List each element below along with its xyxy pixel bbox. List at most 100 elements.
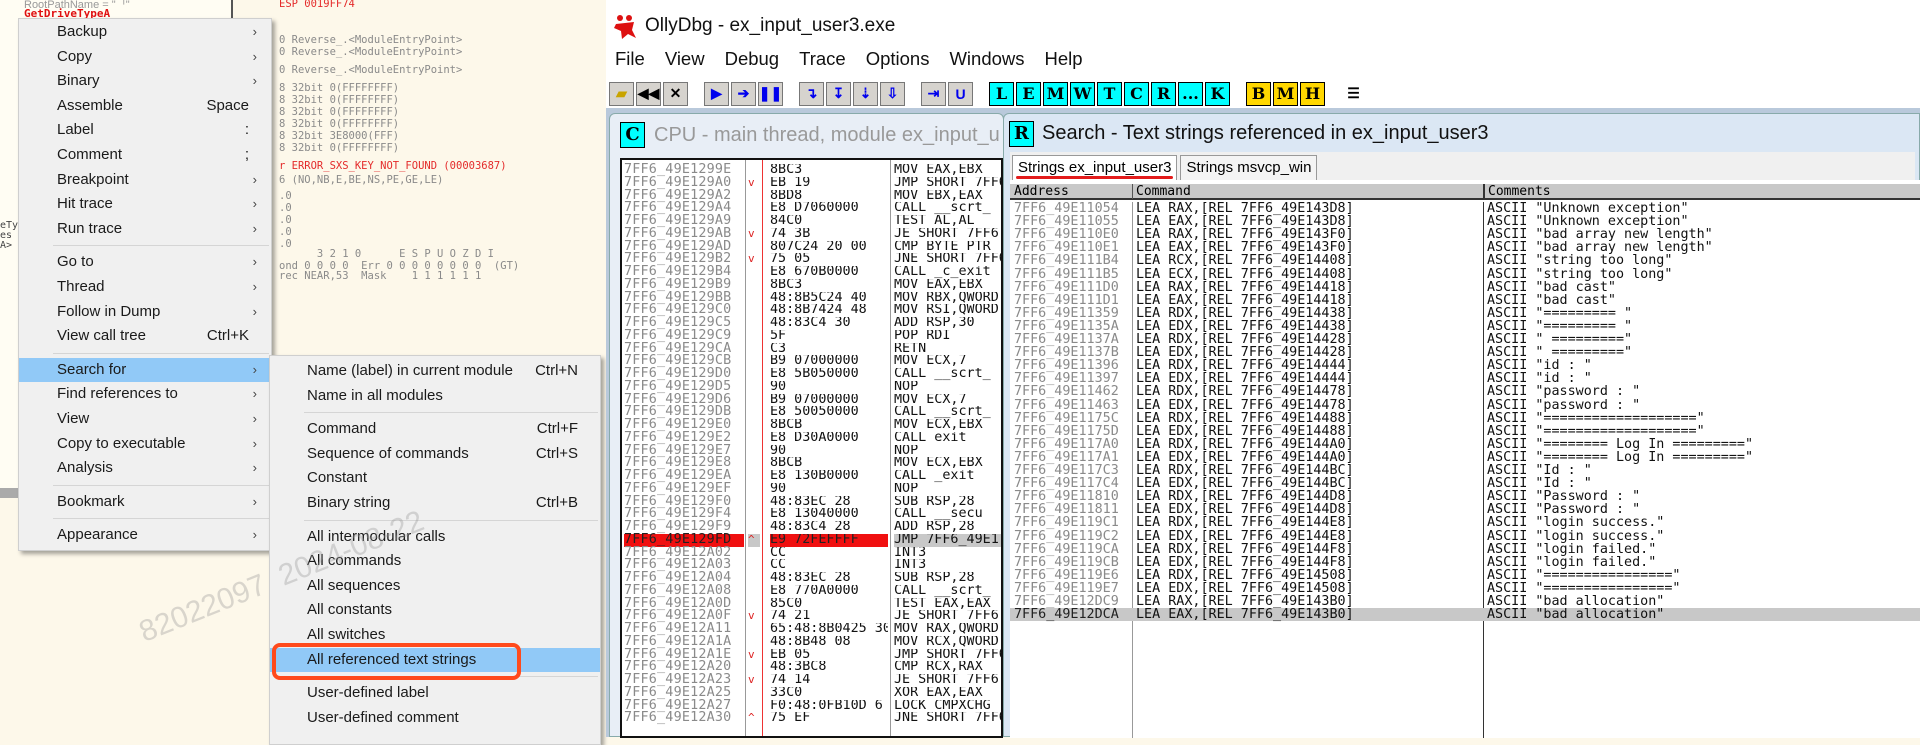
row-hex-dump: E8 770A0000 [770,584,859,598]
trace-over-button[interactable]: ⇩ [880,81,905,106]
window-button-l[interactable]: L [989,81,1014,106]
execute-till-user-button[interactable]: U [948,81,973,106]
run-button[interactable]: ▶ [704,81,729,106]
submenu-item-binary-string[interactable]: Binary string Ctrl+B [270,491,600,516]
menu-item-copy-to-executable[interactable]: Copy to executable › [19,432,271,457]
table-row[interactable]: 7FF6_49E1175C LEA RDX,[REL 7FF6_49E14488]… [1010,411,1920,424]
pause-button[interactable]: ❚❚ [758,81,783,106]
menu-item-analysis[interactable]: Analysis › [19,456,271,481]
table-row[interactable]: 7FF6_49E119E6 LEA RDX,[REL 7FF6_49E14508]… [1010,569,1920,582]
disassembly-table[interactable]: 7FF6_49E1299E 8BC3 MOV EAX,EBX 7FF6_49E129A… [620,158,1003,738]
table-row[interactable]: 7FF6_49E111B5 LEA ECX,[REL 7FF6_49E14408]… [1010,267,1920,280]
menu-item-follow-in-dump[interactable]: Follow in Dump › [19,300,271,325]
row-command: LEA RDX,[REL 7FF6_49E144A0] [1136,436,1354,452]
column-header-comments[interactable]: Comments [1483,184,1551,199]
submenu-item-user-defined-comment[interactable]: User-defined comment [270,706,600,731]
scrollbar[interactable] [0,488,18,498]
menu-item-search-for[interactable]: Search for › [19,357,271,383]
row-hex-dump: E8 5B050000 [770,368,859,381]
table-row[interactable]: 7FF6_49E12DCA LEA EAX,[REL 7FF6_49E143B0]… [1010,608,1920,621]
menu-item-hit-trace[interactable]: Hit trace › [19,192,271,217]
disassembly-row[interactable]: 7FF6_49E12A30 ^ 75 EF JNE SHORT 7FF6 [622,711,1001,725]
menu-file[interactable]: File [606,48,656,74]
window-button-e[interactable]: E [1016,81,1041,106]
submenu-item-all-constants[interactable]: All constants [270,598,600,623]
window-button-t[interactable]: T [1097,81,1122,106]
table-row[interactable]: 7FF6_49E119C1 LEA RDX,[REL 7FF6_49E144E8]… [1010,516,1920,529]
submenu-item-all-intermodular-calls[interactable]: All intermodular calls [270,525,600,550]
window-button-b[interactable]: B [1246,81,1271,106]
window-button-r[interactable]: R [1151,81,1176,106]
window-button-patches[interactable]: ... [1178,81,1203,106]
menu-item-binary[interactable]: Binary › [19,69,271,94]
step-over-button[interactable]: ↧ [826,81,851,106]
menu-item-find-references-to[interactable]: Find references to › [19,382,271,407]
trace-into-button[interactable]: ⇣ [853,81,878,106]
window-button-h[interactable]: H [1300,81,1325,106]
step-button[interactable]: ➔ [731,81,756,106]
menu-view[interactable]: View [656,48,716,74]
open-button[interactable]: ▰ [609,81,634,106]
menu-item-run-trace[interactable]: Run trace › [19,217,271,242]
tab-strings-ex-input-user3[interactable]: Strings ex_input_user3 [1012,155,1178,180]
column-header-command[interactable]: Command [1132,184,1191,199]
menu-item-breakpoint[interactable]: Breakpoint › [19,168,271,193]
menu-item-bookmark[interactable]: Bookmark › [19,490,271,515]
step-into-button[interactable]: ↴ [799,81,824,106]
submenu-item-name-in-all-modules[interactable]: Name in all modules [270,384,600,409]
submenu-item-name-label-in-current-module[interactable]: Name (label) in current module Ctrl+N [270,359,600,384]
table-row[interactable]: 7FF6_49E119C2 LEA EDX,[REL 7FF6_49E144E8]… [1010,529,1920,542]
submenu-item-all-sequences[interactable]: All sequences [270,574,600,599]
submenu-item-sequence-of-commands[interactable]: Sequence of commands Ctrl+S [270,442,600,467]
menu-item-comment[interactable]: Comment; [19,143,271,168]
table-row[interactable]: 7FF6_49E119CA LEA RDX,[REL 7FF6_49E144F8]… [1010,542,1920,555]
list-button[interactable]: ☰ [1341,81,1366,106]
menu-trace[interactable]: Trace [790,48,857,74]
window-button-k[interactable]: K [1205,81,1230,106]
execute-till-return-button[interactable]: ⇥ [921,81,946,106]
menu-separator [19,241,271,250]
register-line: rec NEAR,53 Mask 1 1 1 1 1 1 [279,270,482,282]
restart-button[interactable]: ◀◀ [636,81,661,106]
submenu-item-command[interactable]: Command Ctrl+F [270,417,600,442]
cpu-window[interactable]: C CPU - main thread, module ex_input_use… [609,113,1004,738]
menu-item-shortcut: Ctrl+N [535,362,578,379]
table-row[interactable]: 7FF6_49E1175D LEA EDX,[REL 7FF6_49E14488]… [1010,424,1920,437]
menu-item-label: Command [307,420,377,438]
table-row[interactable]: 7FF6_49E117A0 LEA RDX,[REL 7FF6_49E144A0]… [1010,438,1920,451]
menu-item-assemble[interactable]: Assemble Space [19,94,271,119]
submenu-item-all-commands[interactable]: All commands [270,549,600,574]
table-row[interactable]: 7FF6_49E11462 LEA RDX,[REL 7FF6_49E14478]… [1010,385,1920,398]
window-button-w[interactable]: W [1070,81,1095,106]
window-button-c[interactable]: C [1124,81,1149,106]
column-header-address[interactable]: Address [1014,184,1069,199]
row-disassembly: MOV EAX,EBX [894,278,983,292]
search-window[interactable]: R Search - Text strings referenced in ex… [1003,113,1920,738]
table-row[interactable]: 7FF6_49E111D0 LEA RAX,[REL 7FF6_49E14418]… [1010,280,1920,293]
submenu-item-constant[interactable]: Constant [270,466,600,491]
menu-help[interactable]: Help [1036,48,1094,74]
window-button-m[interactable]: M [1273,81,1298,106]
menu-item-backup[interactable]: Backup › [19,20,271,45]
menu-item-appearance[interactable]: Appearance › [19,523,271,548]
menu-item-view-call-tree[interactable]: View call tree Ctrl+K [19,324,271,349]
row-address: 7FF6_49E119C1 [1014,515,1119,531]
table-row[interactable]: 7FF6_49E11463 LEA EDX,[REL 7FF6_49E14478]… [1010,398,1920,411]
menu-options[interactable]: Options [857,48,941,74]
menu-item-label[interactable]: Label: [19,118,271,143]
table-row[interactable]: 7FF6_49E111D1 LEA EAX,[REL 7FF6_49E14418]… [1010,293,1920,306]
submenu-item-user-defined-label[interactable]: User-defined label [270,681,600,706]
menu-item-go-to[interactable]: Go to › [19,250,271,275]
menu-item-view[interactable]: View › [19,407,271,432]
table-row[interactable]: 7FF6_49E119CB LEA EDX,[REL 7FF6_49E144F8]… [1010,555,1920,568]
menu-item-thread[interactable]: Thread › [19,275,271,300]
table-row[interactable]: 7FF6_49E11359 LEA RDX,[REL 7FF6_49E14438]… [1010,307,1920,320]
window-button-m[interactable]: M [1043,81,1068,106]
menu-item-copy[interactable]: Copy › [19,45,271,70]
table-row[interactable]: 7FF6_49E111B4 LEA RCX,[REL 7FF6_49E14408]… [1010,254,1920,267]
menu-debug[interactable]: Debug [716,48,791,74]
tab-strings-msvcp-win[interactable]: Strings msvcp_win [1180,155,1318,180]
close-button[interactable]: ✕ [663,81,688,106]
menu-windows[interactable]: Windows [940,48,1035,74]
strings-table[interactable]: Address Command Comments 7FF6_49E11054 LE… [1010,180,1920,738]
